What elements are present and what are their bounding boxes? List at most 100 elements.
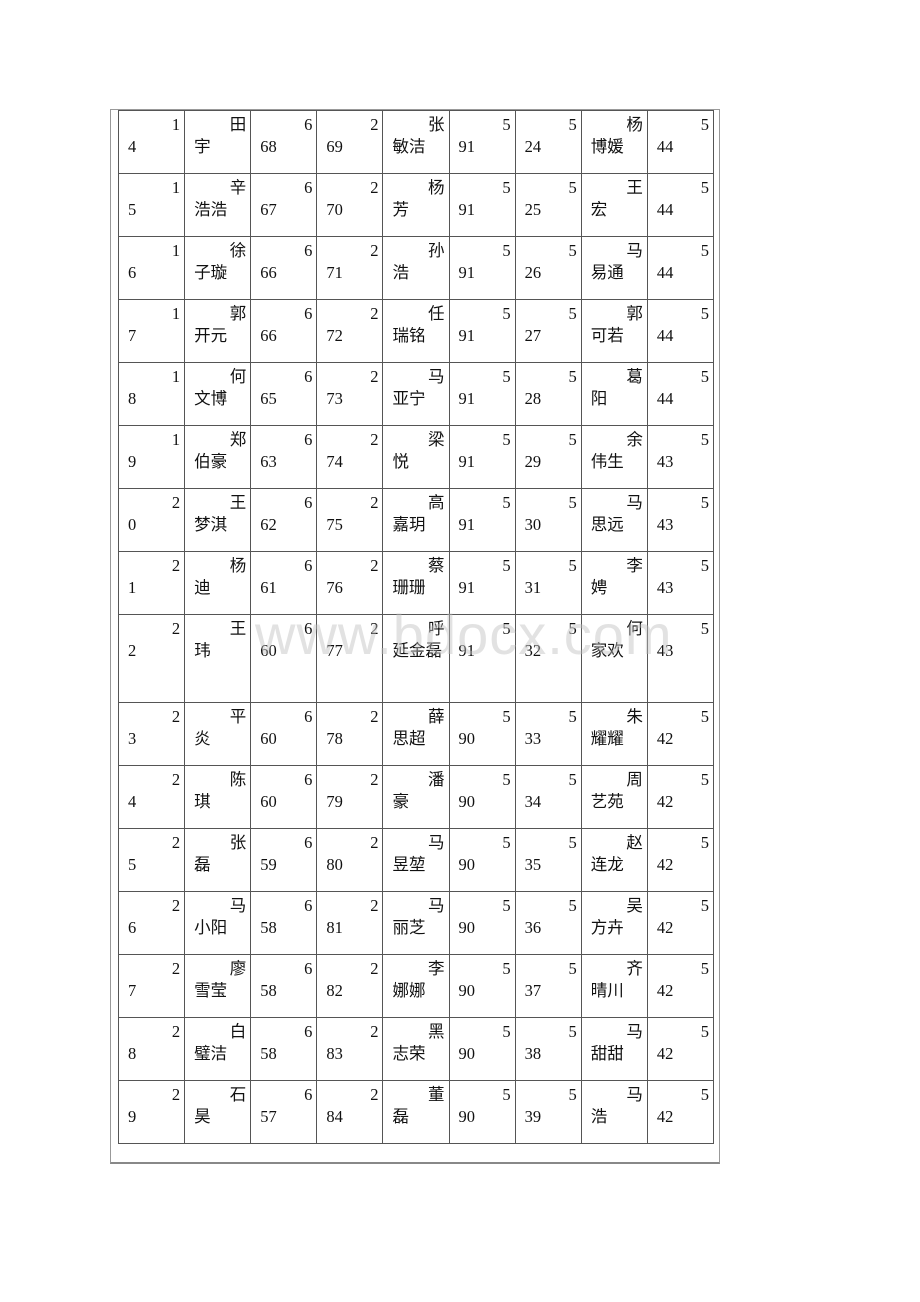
cell-text-bottom: 44 [656, 389, 674, 408]
rank-cell: 5 39 [514, 1080, 582, 1144]
table-row: 1 5 辛浩浩 6 67 2 70 杨芳 5 91 5 25 王宏 5 44 [117, 173, 715, 237]
cell-text-bottom: 雪莹 [194, 981, 228, 1000]
cell-text-bottom: 4 [128, 137, 137, 156]
cell-text-bottom: 7 [128, 981, 137, 1000]
name-cell: 郑伯豪 [184, 425, 252, 489]
cell-text-top: 薛 [428, 707, 445, 726]
cell-text-top: 1 [171, 367, 181, 386]
cell-text-bottom: 66 [260, 326, 277, 345]
cell-text-top: 5 [700, 619, 709, 638]
cell-text-bottom: 0 [128, 515, 137, 534]
cell-text-top: 郑 [229, 430, 247, 449]
cell-text-bottom: 69 [326, 137, 343, 156]
table-row: 2 5 张磊 6 59 2 80 马昱堃 5 90 5 35 赵连龙 5 42 [117, 828, 715, 892]
cell-text-bottom: 亚宁 [392, 389, 426, 408]
score-cell: 5 42 [646, 1017, 715, 1081]
cell-text-top: 5 [502, 430, 511, 449]
rank-cell: 17 [117, 299, 186, 363]
cell-text-bottom: 9 [128, 1107, 137, 1126]
score-cell: 6 60 [250, 614, 318, 703]
rank-cell: 2 81 [316, 891, 384, 955]
name-cell: 杨迪 [184, 551, 252, 615]
cell-text-top: 辛 [229, 178, 247, 197]
cell-text-top: 2 [171, 556, 181, 575]
cell-text-bottom: 42 [656, 1107, 674, 1126]
cell-text-top: 6 [304, 619, 313, 638]
name-cell: 董磊 [382, 1080, 450, 1144]
cell-text-top: 6 [304, 896, 313, 915]
cell-text-bottom: 6 [128, 918, 137, 937]
cell-text-top: 2 [370, 1085, 379, 1104]
table-row: 2 8 白璧洁 6 58 2 83 黑志荣 5 90 5 38 马甜甜 5 42 [117, 1017, 715, 1081]
cell-text-bottom: 伯豪 [194, 452, 228, 471]
cell-text-top: 1 [171, 304, 181, 323]
cell-text-top: 5 [502, 493, 511, 512]
cell-text-bottom: 耀耀 [590, 729, 624, 748]
name-cell: 薛思超 [382, 702, 450, 766]
cell-text-top: 2 [370, 1022, 379, 1041]
cell-text-bottom: 1 [128, 578, 137, 597]
cell-text-bottom: 75 [326, 515, 343, 534]
cell-text-top: 5 [700, 430, 709, 449]
score-cell: 5 91 [448, 299, 516, 363]
name-cell: 何文博 [184, 362, 252, 426]
name-cell: 平炎 [184, 702, 252, 766]
cell-text-bottom: 91 [458, 515, 476, 534]
cell-text-top: 5 [568, 770, 577, 789]
name-cell: 王梦淇 [184, 488, 252, 552]
cell-text-bottom: 26 [524, 263, 542, 282]
cell-text-top: 2 [370, 619, 379, 638]
cell-text-top: 2 [370, 770, 379, 789]
cell-text-bottom: 艺苑 [590, 792, 624, 811]
cell-text-bottom: 43 [656, 641, 674, 660]
cell-text-bottom: 阳 [590, 389, 608, 408]
rank-cell: 5 26 [514, 236, 582, 300]
cell-text-top: 6 [304, 833, 313, 852]
score-cell: 5 43 [646, 488, 715, 552]
cell-text-top: 5 [568, 1085, 577, 1104]
cell-text-top: 杨 [229, 556, 247, 575]
score-cell: 5 42 [646, 702, 715, 766]
cell-text-top: 2 [370, 178, 379, 197]
cell-text-top: 马 [428, 896, 445, 915]
score-cell: 5 90 [448, 765, 516, 829]
score-cell: 5 90 [448, 954, 516, 1018]
cell-text-top: 王 [229, 493, 247, 512]
rank-cell: 21 [117, 551, 186, 615]
cell-text-top: 李 [428, 959, 445, 978]
cell-text-top: 5 [568, 619, 577, 638]
rank-cell: 19 [117, 425, 186, 489]
cell-text-top: 1 [171, 241, 181, 260]
cell-text-top: 1 [171, 430, 181, 449]
cell-text-top: 何 [626, 619, 643, 638]
cell-text-top: 马 [626, 241, 643, 260]
cell-text-top: 呼 [428, 619, 445, 638]
cell-text-bottom: 6 [128, 263, 137, 282]
cell-text-top: 马 [428, 367, 445, 386]
cell-text-bottom: 90 [458, 981, 476, 1000]
cell-text-top: 郭 [626, 304, 643, 323]
score-cell: 6 57 [250, 1080, 318, 1144]
cell-text-top: 2 [171, 896, 181, 915]
name-cell: 杨博媛 [580, 110, 648, 174]
cell-text-top: 2 [171, 619, 181, 638]
rank-cell: 2 80 [316, 828, 384, 892]
cell-text-bottom: 娜娜 [392, 981, 426, 1000]
cell-text-top: 黑 [428, 1022, 445, 1041]
rank-cell: 2 74 [316, 425, 384, 489]
score-cell: 5 91 [448, 488, 516, 552]
score-cell: 5 44 [646, 173, 715, 237]
cell-text-bottom: 34 [524, 792, 542, 811]
score-cell: 5 44 [646, 362, 715, 426]
cell-text-bottom: 44 [656, 137, 674, 156]
cell-text-top: 陈 [229, 770, 247, 789]
rank-cell: 24 [117, 765, 186, 829]
cell-text-bottom: 83 [326, 1044, 343, 1063]
cell-text-bottom: 珊珊 [392, 578, 426, 597]
rank-cell: 18 [117, 362, 186, 426]
rank-cell: 2 82 [316, 954, 384, 1018]
score-cell: 6 59 [250, 828, 318, 892]
rank-cell: 2 69 [316, 110, 384, 174]
cell-text-top: 2 [370, 115, 379, 134]
name-cell: 孙浩 [382, 236, 450, 300]
